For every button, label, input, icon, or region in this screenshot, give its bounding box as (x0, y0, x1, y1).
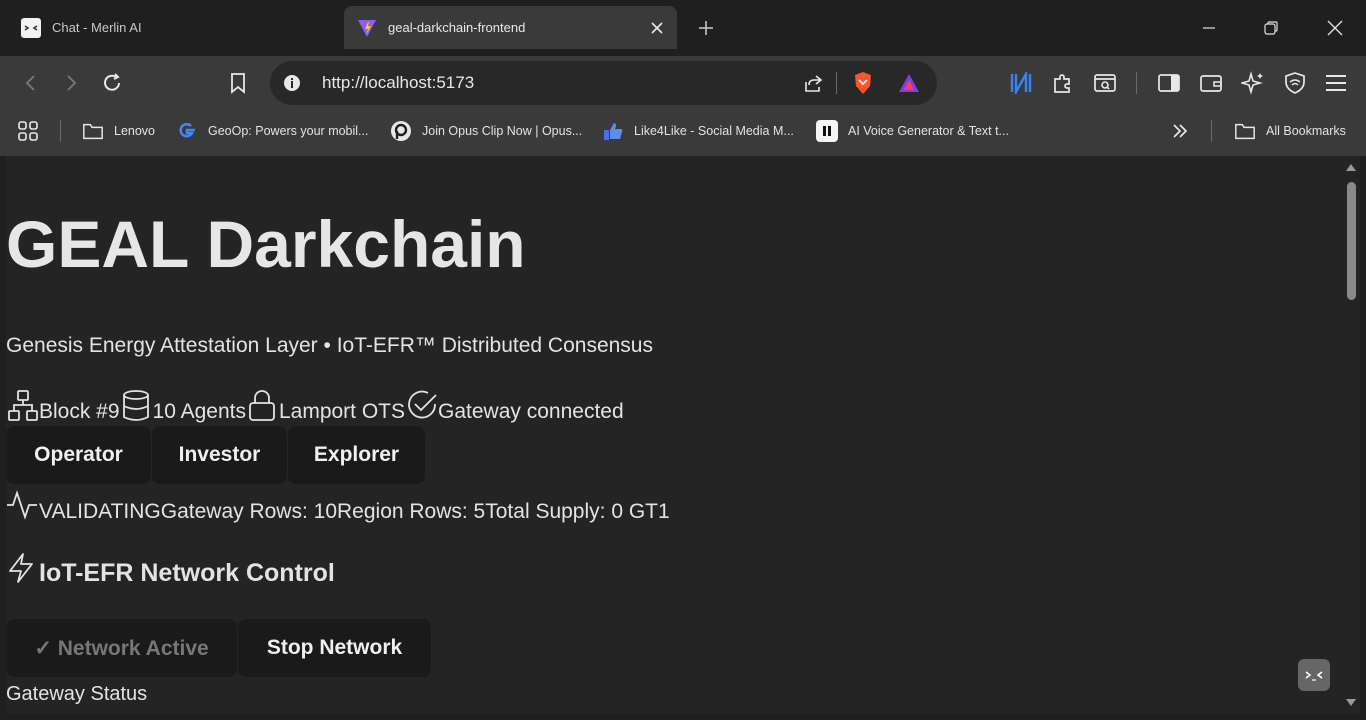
wallet-icon[interactable] (1195, 67, 1227, 99)
page-subtitle: Genesis Energy Attestation Layer • IoT-E… (6, 334, 653, 357)
merlin-icon (20, 17, 42, 39)
lightning-icon (6, 552, 39, 588)
brave-shields-icon[interactable] (847, 67, 879, 99)
scroll-down-icon[interactable] (1345, 698, 1357, 708)
network-active-button[interactable]: ✓ Network Active (6, 619, 237, 677)
gateway-rows: Gateway Rows: 10 (160, 500, 337, 523)
scroll-up-icon[interactable] (1345, 162, 1357, 172)
brave-rewards-icon[interactable] (893, 67, 925, 99)
google-icon (176, 120, 198, 142)
opus-icon (390, 120, 412, 142)
site-info-icon[interactable] (276, 67, 308, 99)
check-circle-icon (405, 389, 438, 424)
status-row: Block #9 10 Agents Lamport OTS Gateway c… (6, 384, 624, 424)
folder-icon (82, 120, 104, 142)
agents-count: 10 Agents (152, 400, 246, 423)
close-tab-icon[interactable] (645, 16, 669, 40)
network-control-heading: IoT-EFR Network Control (6, 552, 335, 588)
url-text[interactable]: http://localhost:5173 (322, 73, 474, 93)
menu-icon[interactable] (1320, 67, 1352, 99)
bookmark-geoop[interactable]: GeoOp: Powers your mobil... (176, 118, 368, 144)
tab-merlin-chat[interactable]: Chat - Merlin AI (8, 6, 338, 49)
tab-title: Chat - Merlin AI (52, 20, 142, 35)
minimize-button[interactable] (1186, 10, 1232, 46)
page-scrollbar[interactable] (1342, 156, 1360, 714)
pause-icon (816, 120, 838, 142)
title-bar: Chat - Merlin AI geal-darkchain-frontend (0, 0, 1366, 56)
reader-search-icon[interactable] (1089, 67, 1121, 99)
new-tab-button[interactable] (692, 14, 720, 42)
vpn-shield-icon[interactable] (1279, 67, 1311, 99)
activity-icon (6, 489, 39, 524)
share-icon[interactable] (797, 67, 829, 99)
network-icon (6, 389, 39, 424)
lock-icon (246, 389, 279, 424)
explorer-button[interactable]: Explorer (288, 426, 425, 484)
tab-geal-frontend[interactable]: geal-darkchain-frontend (344, 6, 677, 49)
region-rows: Region Rows: 5 (337, 500, 486, 523)
role-switcher: Operator Investor Explorer (6, 426, 426, 484)
tab-title: geal-darkchain-frontend (388, 20, 526, 35)
stop-network-button[interactable]: Stop Network (238, 619, 431, 677)
network-state: VALIDATING (39, 500, 161, 523)
thumbs-up-icon (602, 120, 624, 142)
network-buttons: ✓ Network Active Stop Network (6, 619, 432, 677)
leo-ai-icon[interactable] (1237, 67, 1269, 99)
bookmark-lenovo[interactable]: Lenovo (82, 118, 155, 144)
more-bookmarks-icon[interactable] (1164, 115, 1196, 147)
total-supply: Total Supply: 0 GT1 (485, 500, 670, 523)
page-title: GEAL Darkchain (6, 207, 526, 281)
all-bookmarks[interactable]: All Bookmarks (1234, 118, 1346, 144)
extensions-puzzle-icon[interactable] (1047, 67, 1079, 99)
back-button[interactable] (15, 67, 47, 99)
apps-grid-icon[interactable] (12, 115, 44, 147)
bookmark-opus-clip[interactable]: Join Opus Clip Now | Opus... (390, 118, 582, 144)
gateway-status-label: Gateway Status (6, 683, 148, 705)
section-title: IoT-EFR Network Control (39, 559, 335, 587)
folder-icon (1234, 120, 1256, 142)
sidebar-icon[interactable] (1153, 67, 1185, 99)
block-number: Block #9 (39, 400, 120, 423)
page-viewport: GEAL Darkchain Genesis Energy Attestatio… (6, 156, 1360, 714)
restore-button[interactable] (1248, 10, 1294, 46)
forward-button[interactable] (55, 67, 87, 99)
investor-button[interactable]: Investor (152, 426, 287, 484)
close-window-button[interactable] (1312, 10, 1358, 46)
signature-scheme: Lamport OTS (278, 400, 406, 423)
reload-button[interactable] (96, 67, 128, 99)
gateway-connection: Gateway connected (438, 400, 624, 423)
metrics-row: VALIDATING Gateway Rows: 10 Region Rows:… (6, 484, 670, 524)
operator-button[interactable]: Operator (6, 426, 151, 484)
scroll-thumb[interactable] (1347, 182, 1356, 300)
extension-n-icon[interactable] (1005, 67, 1037, 99)
bookmark-page-icon[interactable] (222, 67, 254, 99)
vite-icon (356, 17, 378, 39)
bookmark-ai-voice[interactable]: AI Voice Generator & Text t... (816, 118, 1009, 144)
merlin-widget-button[interactable] (1298, 659, 1330, 691)
bookmark-like4like[interactable]: Like4Like - Social Media M... (602, 118, 794, 144)
database-icon (120, 389, 153, 424)
